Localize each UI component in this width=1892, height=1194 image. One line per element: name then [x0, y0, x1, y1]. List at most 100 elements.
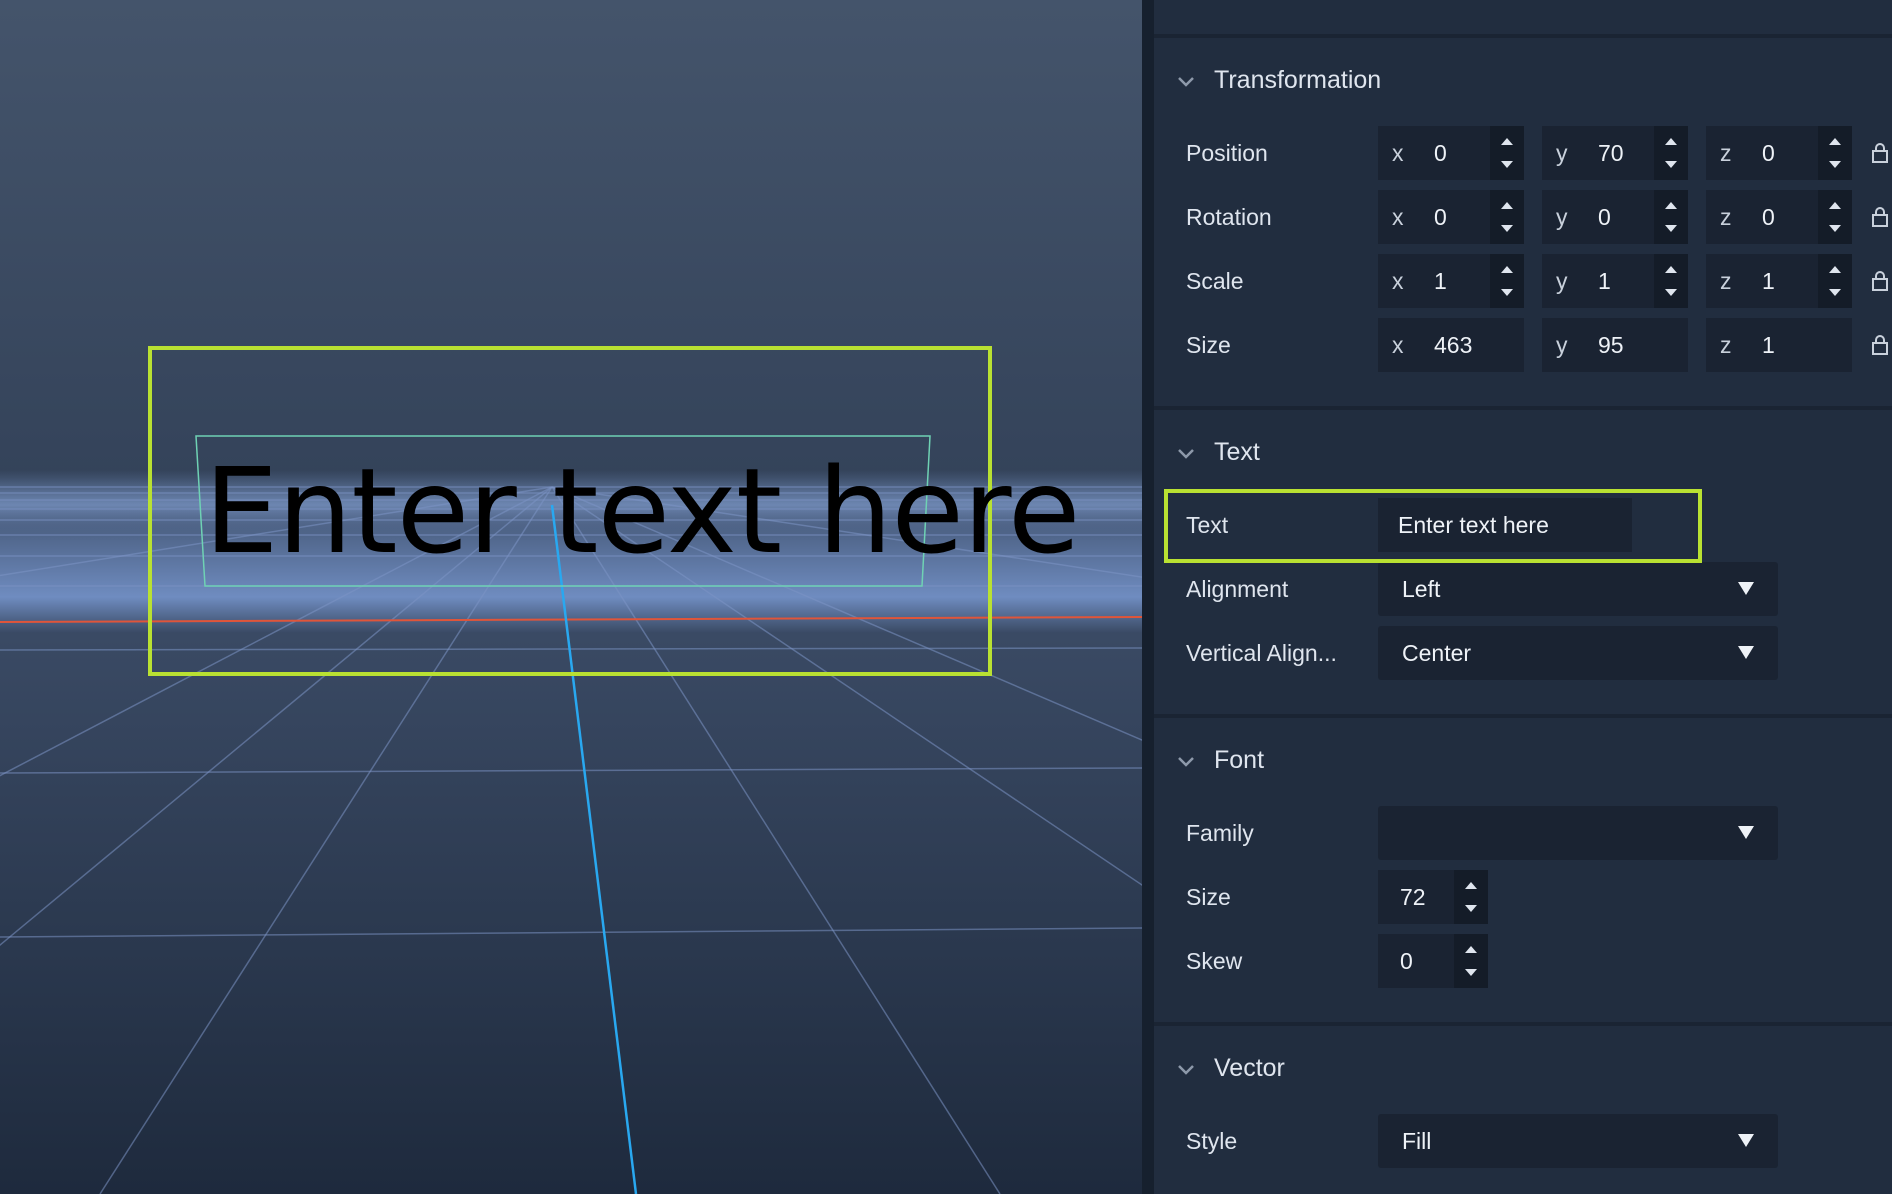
size-y-input[interactable]: y 95 [1542, 318, 1688, 372]
spin-down-icon[interactable] [1829, 161, 1841, 168]
dropdown-value: Fill [1402, 1128, 1432, 1154]
spinner[interactable] [1818, 190, 1852, 244]
3d-viewport[interactable]: Enter text here [0, 0, 1142, 1194]
dropdown-value: Center [1402, 640, 1472, 666]
size-x-input[interactable]: x 463 [1378, 318, 1524, 372]
size-z-input[interactable]: z 1 [1706, 318, 1852, 372]
spinner[interactable] [1654, 254, 1688, 308]
transformation-section-header[interactable]: Transformation [1176, 66, 1381, 95]
scale-label: Scale [1186, 268, 1244, 294]
spin-up-icon[interactable] [1829, 202, 1841, 209]
vertical-align-label: Vertical Align... [1186, 640, 1337, 666]
font-section-header[interactable]: Font [1176, 746, 1264, 775]
spinner[interactable] [1490, 126, 1524, 180]
spin-up-icon[interactable] [1665, 266, 1677, 273]
spin-up-icon[interactable] [1501, 266, 1513, 273]
field-value: 72 [1400, 884, 1426, 910]
spin-up-icon[interactable] [1501, 138, 1513, 145]
axis-label-x: x [1392, 140, 1404, 166]
section-title: Transformation [1214, 66, 1382, 94]
spinner[interactable] [1454, 870, 1488, 924]
field-value: 0 [1434, 204, 1447, 230]
lock-icon[interactable] [1872, 143, 1888, 163]
scene-canvas [0, 0, 1142, 1194]
axis-label-z: z [1720, 204, 1732, 230]
section-title: Font [1214, 746, 1265, 774]
size-label: Size [1186, 332, 1231, 358]
dropdown-arrow-icon [1738, 826, 1754, 839]
field-value: 1 [1762, 332, 1775, 358]
scale-z-input[interactable]: z 1 [1706, 254, 1852, 308]
panel-divider[interactable] [1142, 0, 1154, 1194]
field-value: 463 [1434, 332, 1473, 358]
spin-down-icon[interactable] [1829, 289, 1841, 296]
spin-down-icon[interactable] [1501, 289, 1513, 296]
axis-label-x: x [1392, 332, 1404, 358]
lock-icon[interactable] [1872, 207, 1888, 227]
text-row-highlight [1164, 489, 1702, 563]
spin-down-icon[interactable] [1829, 225, 1841, 232]
axis-label-y: y [1556, 332, 1568, 358]
scale-x-input[interactable]: x 1 [1378, 254, 1524, 308]
spinner[interactable] [1490, 190, 1524, 244]
field-value: 0 [1598, 204, 1611, 230]
spin-up-icon[interactable] [1829, 266, 1841, 273]
spin-down-icon[interactable] [1465, 905, 1477, 912]
spin-up-icon[interactable] [1665, 138, 1677, 145]
spin-up-icon[interactable] [1665, 202, 1677, 209]
style-label: Style [1186, 1128, 1238, 1154]
font-size-label: Size [1186, 884, 1231, 910]
axis-label-z: z [1720, 268, 1732, 294]
spin-up-icon[interactable] [1501, 202, 1513, 209]
text-section-header[interactable]: Text [1176, 438, 1260, 467]
vector-section-header[interactable]: Vector [1176, 1054, 1285, 1083]
axis-label-y: y [1556, 268, 1568, 294]
rotation-y-input[interactable]: y 0 [1542, 190, 1688, 244]
axis-label-z: z [1720, 332, 1732, 358]
spinner[interactable] [1454, 934, 1488, 988]
spin-down-icon[interactable] [1465, 969, 1477, 976]
spin-down-icon[interactable] [1665, 161, 1677, 168]
position-y-input[interactable]: y 70 [1542, 126, 1688, 180]
spin-down-icon[interactable] [1501, 225, 1513, 232]
skew-input[interactable]: 0 [1378, 934, 1488, 988]
field-value: 0 [1434, 140, 1447, 166]
rotation-z-input[interactable]: z 0 [1706, 190, 1852, 244]
field-value: 70 [1598, 140, 1624, 166]
vertical-align-dropdown[interactable]: Center [1378, 626, 1778, 680]
position-x-input[interactable]: x 0 [1378, 126, 1524, 180]
scene-text-object[interactable]: Enter text here [204, 452, 1081, 570]
spinner[interactable] [1818, 126, 1852, 180]
vector-style-dropdown[interactable]: Fill [1378, 1114, 1778, 1168]
spinner[interactable] [1654, 126, 1688, 180]
lock-icon[interactable] [1872, 271, 1888, 291]
spin-down-icon[interactable] [1665, 289, 1677, 296]
position-z-input[interactable]: z 0 [1706, 126, 1852, 180]
alignment-dropdown[interactable]: Left [1378, 562, 1778, 616]
spin-up-icon[interactable] [1829, 138, 1841, 145]
alignment-label: Alignment [1186, 576, 1289, 602]
rotation-label: Rotation [1186, 204, 1272, 230]
font-family-dropdown[interactable] [1378, 806, 1778, 860]
spin-down-icon[interactable] [1501, 161, 1513, 168]
axis-label-x: x [1392, 204, 1404, 230]
skew-label: Skew [1186, 948, 1243, 974]
spin-up-icon[interactable] [1465, 946, 1477, 953]
field-value: 0 [1400, 948, 1413, 974]
section-divider [1154, 1022, 1892, 1026]
dropdown-arrow-icon [1738, 646, 1754, 659]
field-value: 0 [1762, 204, 1775, 230]
chevron-down-icon [1178, 448, 1194, 459]
spin-up-icon[interactable] [1465, 882, 1477, 889]
section-divider [1154, 714, 1892, 718]
spinner[interactable] [1654, 190, 1688, 244]
spin-down-icon[interactable] [1665, 225, 1677, 232]
rotation-x-input[interactable]: x 0 [1378, 190, 1524, 244]
spinner[interactable] [1818, 254, 1852, 308]
scale-y-input[interactable]: y 1 [1542, 254, 1688, 308]
font-size-input[interactable]: 72 [1378, 870, 1488, 924]
lock-icon[interactable] [1872, 335, 1888, 355]
dropdown-value: Left [1402, 576, 1441, 602]
section-title: Vector [1214, 1054, 1285, 1082]
spinner[interactable] [1490, 254, 1524, 308]
